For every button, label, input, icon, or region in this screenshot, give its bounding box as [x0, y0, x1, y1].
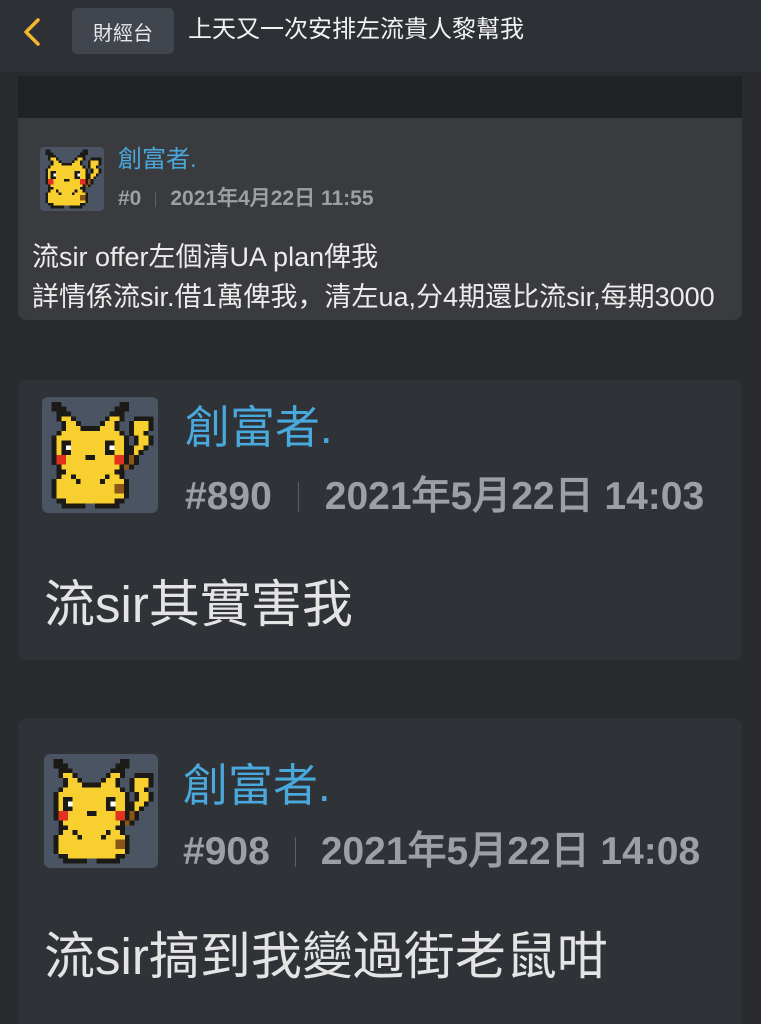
thread-title: 上天又一次安排左流貴人黎幫我 [188, 16, 524, 43]
username[interactable]: 創富者. [118, 146, 197, 174]
quote-body: 創富者. #0 2021年4月22日 11:55 流sir offer左個清UA… [18, 118, 742, 320]
avatar[interactable] [44, 754, 158, 868]
pikachu-avatar-icon [51, 401, 154, 509]
back-button[interactable] [14, 12, 50, 52]
category-label: 財經台 [93, 22, 153, 45]
post-meta: #890 2021年5月22日 14:03 [185, 472, 704, 522]
post-number: #0 [118, 187, 142, 210]
post-timestamp: 2021年5月22日 14:08 [320, 830, 701, 873]
post-meta: #0 2021年4月22日 11:55 [118, 187, 374, 211]
post-meta: #908 2021年5月22日 14:08 [183, 827, 700, 877]
chevron-left-icon [24, 18, 40, 46]
quote-header-band [18, 76, 742, 118]
post-timestamp: 2021年5月22日 14:03 [324, 475, 705, 518]
quoted-post: 創富者. #0 2021年4月22日 11:55 流sir offer左個清UA… [18, 76, 742, 320]
avatar[interactable] [42, 397, 158, 513]
quote-text-line: 流sir offer左個清UA plan俾我 [32, 242, 379, 272]
post-number: #890 [185, 475, 272, 518]
meta-divider [155, 191, 157, 207]
reply-post: 創富者. #890 2021年5月22日 14:03 流sir其實害我 [18, 380, 742, 660]
pikachu-avatar-icon [45, 149, 102, 209]
meta-divider [294, 837, 296, 867]
avatar[interactable] [40, 147, 104, 211]
meta-divider [297, 482, 299, 512]
thread-page: 財經台 上天又一次安排左流貴人黎幫我 創富者. #0 2021年4月22日 11… [0, 0, 761, 1024]
pikachu-avatar-icon [53, 758, 154, 864]
quote-text-line: 詳情係流sir.借1萬俾我，清左ua,分4期還比流sir,每期3000 [32, 282, 715, 312]
post-number: #908 [183, 830, 270, 873]
post-content: 流sir搞到我變過街老鼠咁 [44, 928, 608, 985]
username[interactable]: 創富者. [183, 758, 331, 814]
reply-post: 創富者. #908 2021年5月22日 14:08 流sir搞到我變過街老鼠咁 [18, 718, 742, 1024]
username[interactable]: 創富者. [185, 400, 333, 456]
post-timestamp: 2021年4月22日 11:55 [170, 187, 374, 210]
category-tag[interactable]: 財經台 [72, 8, 174, 54]
post-content: 流sir其實害我 [44, 576, 353, 633]
top-bar: 財經台 上天又一次安排左流貴人黎幫我 [0, 0, 761, 72]
